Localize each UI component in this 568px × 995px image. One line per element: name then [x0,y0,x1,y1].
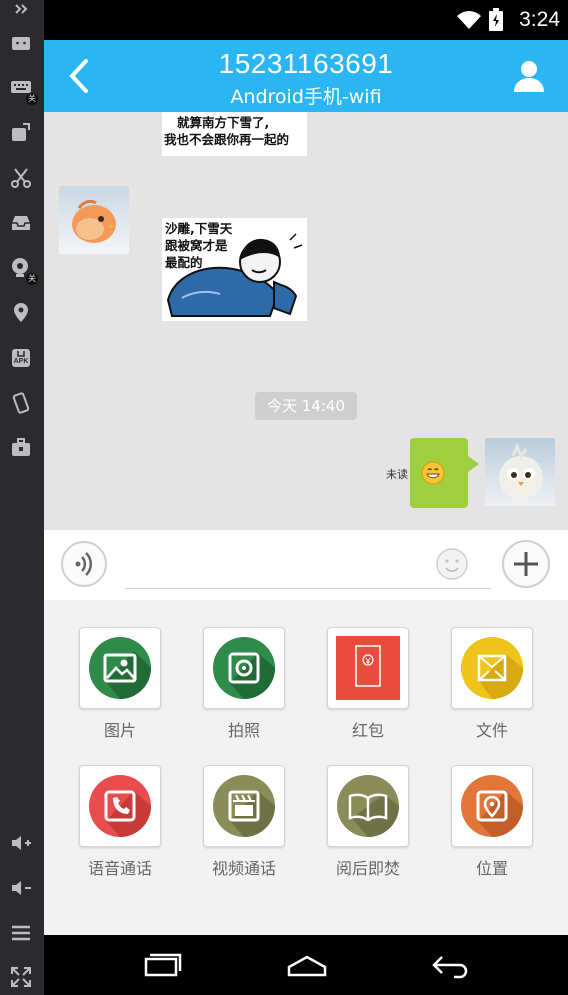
panel-item-label: 语音通话 [87,859,152,878]
scissors-icon[interactable] [6,163,36,193]
plus-icon [514,552,538,576]
emoji-button[interactable] [435,547,469,581]
inbox-icon[interactable] [6,208,36,238]
svg-text:APK: APK [14,358,29,365]
sticker-text: 我也不会跟你再一起的 [164,132,290,147]
camera-icon [212,636,276,700]
contact-subtitle: Android手机-wifi [230,86,382,108]
file-icon [460,636,524,700]
red-envelope-icon [336,636,400,700]
chat-header: 15231163691 Android手机-wifi [44,40,568,112]
panel-item-label: 拍照 [227,721,260,740]
contact-profile-icon[interactable] [512,58,546,94]
expand-icon[interactable] [6,2,36,16]
volume-down-icon[interactable] [6,873,36,903]
shake-icon[interactable] [6,388,36,418]
blanket-cartoon-icon [166,233,303,317]
panel-item-camera[interactable]: 拍照 [203,627,285,741]
recent-apps-icon[interactable] [140,949,184,981]
panel-item-tile[interactable] [79,765,161,847]
panel-item-label: 文件 [475,721,508,740]
badge-icon: 关 [26,93,38,105]
keyboard-icon[interactable]: 关 [6,73,38,105]
toolbox-icon[interactable] [6,433,36,463]
panel-item-tile[interactable] [327,765,409,847]
badge-icon: 关 [26,273,38,285]
book-icon [336,774,400,838]
home-icon[interactable] [285,949,329,981]
status-time: 3:24 [519,8,560,31]
panel-item-burn-after-reading[interactable]: 阅后即焚 [327,765,409,879]
voice-icon [75,552,93,576]
panel-item-label: 红包 [351,721,384,740]
panel-item-tile[interactable] [327,627,409,709]
panel-item-tile[interactable] [203,765,285,847]
android-nav-bar [44,935,568,995]
contact-avatar[interactable] [59,186,129,254]
phone-icon [88,774,152,838]
my-message-bubble[interactable] [410,438,468,508]
extension-panel: 图片 拍照 红包 文件 语音通话 视频通话 阅后即焚 位置 [44,600,568,935]
apk-install-icon[interactable]: APK [6,343,36,373]
sticker-message[interactable]: 沙雕,下雪天 跟被窝才是 最配的 [162,218,307,321]
status-bar: 3:24 [44,0,568,40]
video-icon [212,774,276,838]
unread-status: 未读 [386,468,408,481]
message-input-bar [44,530,568,600]
bubble-tail [468,456,479,472]
rotate-screen-icon[interactable] [6,118,36,148]
panel-item-tile[interactable] [451,627,533,709]
panel-item-tile[interactable] [203,627,285,709]
panel-item-file[interactable]: 文件 [451,627,533,741]
android-icon[interactable] [6,28,36,58]
fullscreen-icon[interactable] [6,962,36,992]
panel-item-video-call[interactable]: 视频通话 [203,765,285,879]
message-timestamp: 今天 14:40 [255,392,357,420]
chat-message-list[interactable]: 就算南方下雪了, 我也不会跟你再一起的 沙雕,下雪天 跟被窝才是 最配的 今天 … [44,112,568,530]
panel-item-red-envelope[interactable]: 红包 [327,627,409,741]
panel-item-tile[interactable] [451,765,533,847]
panel-item-tile[interactable] [79,627,161,709]
sticker-message[interactable]: 就算南方下雪了, 我也不会跟你再一起的 [162,112,307,156]
grin-emoji-icon [421,461,445,485]
emulator-toolbar: 关 关 APK [0,0,44,995]
menu-icon[interactable] [6,918,36,948]
panel-item-label: 图片 [103,721,136,740]
location-pin-icon[interactable] [6,298,36,328]
voice-toggle-button[interactable] [61,541,107,587]
panel-item-label: 位置 [475,859,508,878]
contact-title: 15231163691 [218,48,394,79]
back-nav-icon[interactable] [428,949,472,981]
my-avatar[interactable] [485,438,555,506]
location-icon [460,774,524,838]
wifi-icon [457,11,481,29]
image-icon [88,636,152,700]
volume-up-icon[interactable] [6,828,36,858]
panel-item-label: 视频通话 [211,859,276,878]
panel-item-image[interactable]: 图片 [79,627,161,741]
panel-item-location[interactable]: 位置 [451,765,533,879]
sticker-text: 就算南方下雪了, [177,115,270,130]
more-options-button[interactable] [502,540,550,588]
panel-item-label: 阅后即焚 [335,859,400,878]
panel-item-voice-call[interactable]: 语音通话 [79,765,161,879]
battery-icon [489,8,503,31]
webcam-icon[interactable]: 关 [6,253,38,285]
